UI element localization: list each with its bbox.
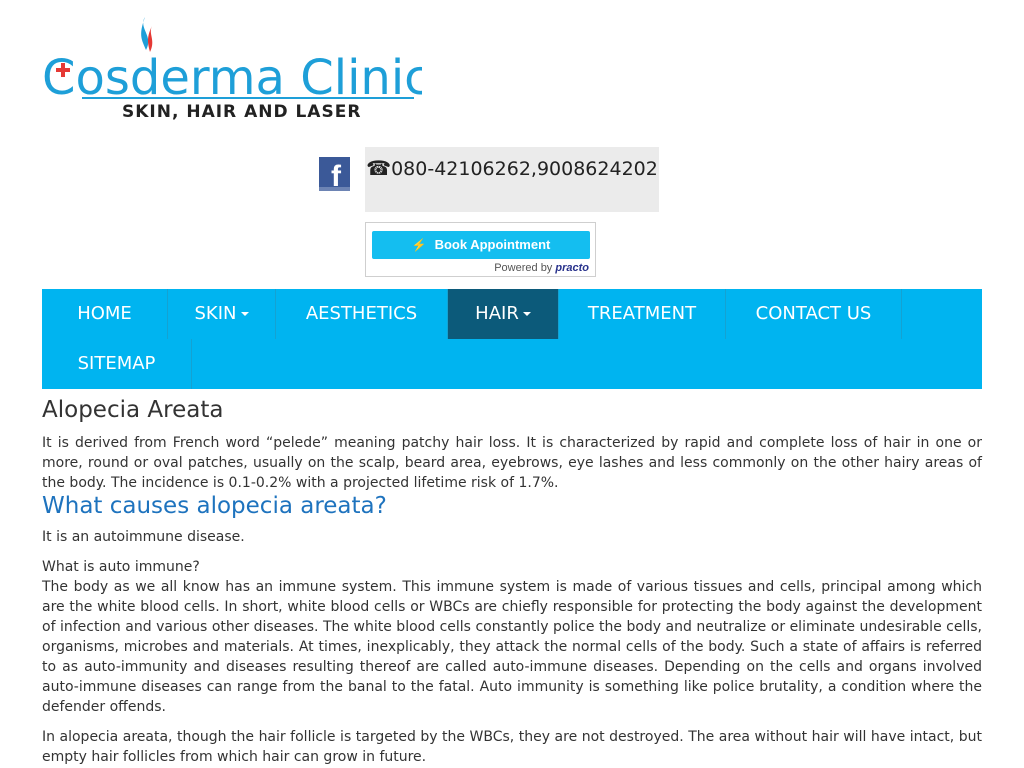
autoimmune-question: What is auto immune?	[42, 559, 200, 575]
book-appointment-button[interactable]: ⚡ Book Appointment	[372, 231, 590, 259]
nav-aesthetics[interactable]: AESTHETICS	[276, 289, 448, 339]
autoimmune-paragraph: It is an autoimmune disease.	[42, 529, 245, 545]
nav-home[interactable]: HOME	[42, 289, 168, 339]
caret-down-icon	[522, 312, 531, 316]
article-content: Alopecia Areata It is derived from Frenc…	[42, 396, 982, 767]
logo-tagline: SKIN, HAIR AND LASER	[122, 102, 361, 122]
lightning-icon: ⚡	[411, 238, 427, 252]
page-title: Alopecia Areata	[42, 397, 224, 423]
phone-box: ☎080-42106262,9008624202	[365, 147, 659, 212]
book-appointment-widget: ⚡ Book Appointment Powered by practo	[365, 222, 596, 277]
causes-heading: What causes alopecia areata?	[42, 493, 387, 519]
caret-down-icon	[240, 312, 249, 316]
facebook-icon[interactable]: f	[319, 157, 350, 191]
main-navigation: HOME SKIN AESTHETICS HAIR TREATMENT CONT…	[42, 289, 982, 389]
nav-skin[interactable]: SKIN	[168, 289, 276, 339]
phone-numbers: 080-42106262,9008624202	[391, 158, 658, 180]
immune-system-paragraph: The body as we all know has an immune sy…	[42, 579, 982, 715]
nav-sitemap[interactable]: SITEMAP	[42, 339, 192, 389]
phone-icon: ☎	[366, 156, 392, 180]
nav-hair[interactable]: HAIR	[448, 289, 559, 339]
clinic-logo[interactable]: Cosderma Clinic SKIN, HAIR AND LASER	[42, 14, 422, 124]
follicle-paragraph: In alopecia areata, though the hair foll…	[42, 729, 982, 765]
nav-contact-us[interactable]: CONTACT US	[726, 289, 902, 339]
powered-by-practo: Powered by practo	[494, 262, 589, 274]
intro-paragraph: It is derived from French word “pelede” …	[42, 435, 982, 491]
practo-logo: practo	[555, 262, 589, 274]
book-appointment-label: Book Appointment	[434, 237, 551, 252]
nav-treatment[interactable]: TREATMENT	[559, 289, 726, 339]
